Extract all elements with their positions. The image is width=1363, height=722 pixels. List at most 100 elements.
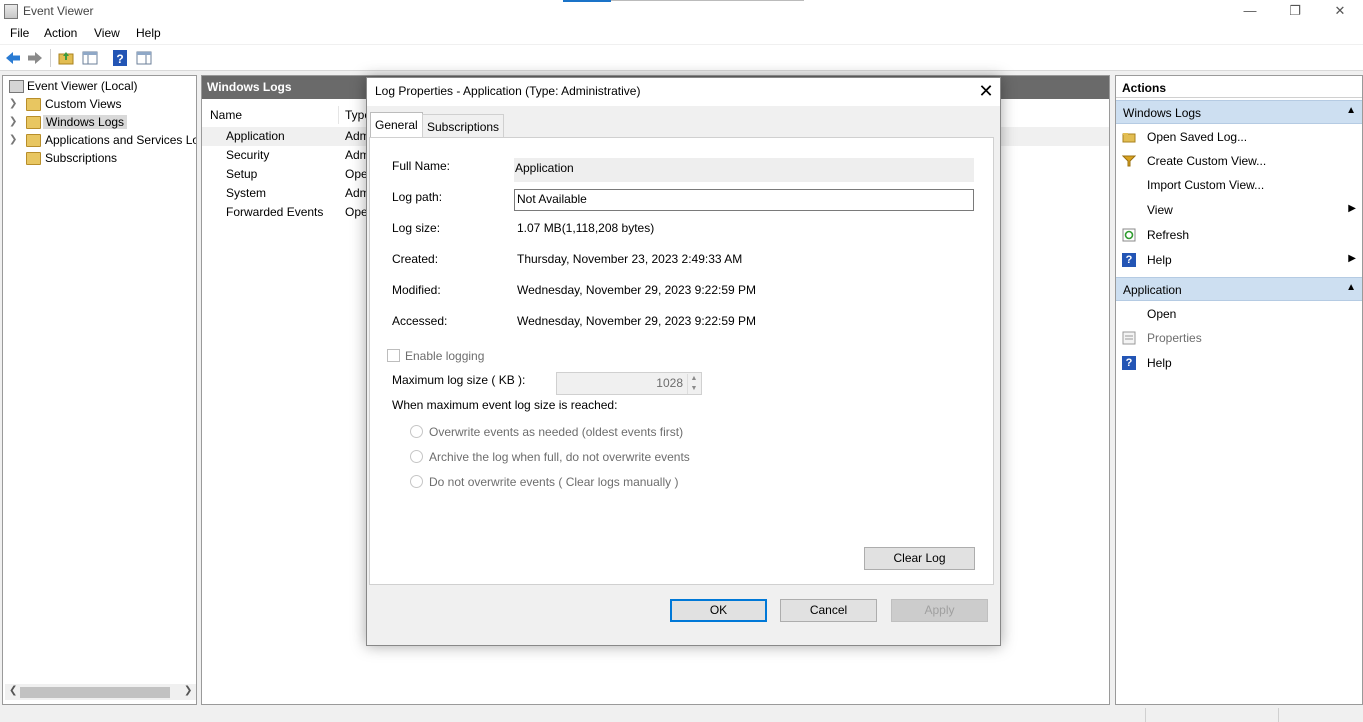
action-properties[interactable]: Properties	[1116, 326, 1362, 350]
enable-logging-checkbox[interactable]	[387, 349, 400, 362]
close-window-button[interactable]: ✕	[1317, 0, 1363, 23]
log-name: Application	[226, 129, 285, 143]
column-header-name[interactable]: Name	[210, 108, 242, 122]
log-name: Setup	[226, 167, 258, 181]
modified-label: Modified:	[392, 283, 441, 297]
log-name: Forwarded Events	[226, 205, 324, 219]
menu-view[interactable]: View	[94, 26, 120, 40]
apply-button[interactable]: Apply	[891, 599, 988, 622]
tree-horizontal-scrollbar[interactable]: ❮ ❯	[5, 684, 196, 700]
show-hide-action-pane-icon[interactable]	[135, 49, 153, 67]
action-label: View	[1147, 203, 1173, 217]
expand-chevron-icon[interactable]: ❯	[9, 98, 17, 109]
collapse-icon[interactable]: ▲	[1346, 105, 1356, 116]
dialog-close-icon[interactable]: ✕	[975, 81, 997, 102]
tree-item-subscriptions[interactable]: Subscriptions	[3, 150, 193, 168]
svg-text:?: ?	[116, 52, 123, 66]
log-path-field[interactable]: Not Available	[514, 189, 974, 211]
action-help-application[interactable]: ? Help	[1116, 351, 1362, 375]
do-not-overwrite-label: Do not overwrite events ( Clear logs man…	[429, 475, 679, 489]
menu-action[interactable]: Action	[44, 26, 77, 40]
collapse-icon[interactable]: ▲	[1346, 282, 1356, 293]
window-title: Event Viewer	[23, 4, 94, 18]
actions-title: Actions	[1116, 76, 1362, 98]
ok-button[interactable]: OK	[670, 599, 767, 622]
tab-general[interactable]: General	[370, 112, 423, 138]
action-open-saved-log[interactable]: Open Saved Log...	[1116, 125, 1362, 149]
help-icon[interactable]: ?	[111, 49, 129, 67]
cancel-button[interactable]: Cancel	[780, 599, 877, 622]
scroll-left-icon[interactable]: ❮	[9, 685, 17, 696]
folder-icon	[26, 134, 41, 147]
action-import-custom-view[interactable]: Import Custom View...	[1116, 173, 1362, 197]
folder-up-icon[interactable]	[57, 49, 75, 67]
actions-section-windows-logs[interactable]: Windows Logs ▲	[1116, 100, 1362, 124]
show-hide-tree-icon[interactable]	[81, 49, 99, 67]
log-name: Security	[226, 148, 270, 162]
event-viewer-app-icon	[4, 4, 18, 19]
toolbar-separator	[50, 49, 51, 67]
created-label: Created:	[392, 252, 439, 266]
accessed-label: Accessed:	[392, 314, 448, 328]
action-refresh[interactable]: Refresh	[1116, 223, 1362, 247]
restore-button[interactable]: ❐	[1272, 0, 1318, 23]
tree-item-label: Custom Views	[45, 97, 122, 111]
scrollbar-thumb[interactable]	[20, 687, 170, 698]
log-properties-dialog: Log Properties - Application (Type: Admi…	[366, 77, 1001, 646]
log-size-value: 1.07 MB(1,118,208 bytes)	[517, 221, 655, 235]
action-label: Help	[1147, 253, 1172, 267]
console-tree: Event Viewer (Local) ❯ Custom Views ❯ Wi…	[2, 75, 197, 705]
spin-down-icon[interactable]: ▼	[687, 384, 700, 394]
back-arrow-icon[interactable]	[4, 49, 22, 67]
clear-log-button[interactable]: Clear Log	[864, 547, 975, 570]
tree-root-label: Event Viewer (Local)	[27, 79, 138, 93]
action-view[interactable]: View ▶	[1116, 198, 1362, 222]
menu-help[interactable]: Help	[136, 26, 161, 40]
enable-logging-label: Enable logging	[405, 349, 485, 363]
created-value: Thursday, November 23, 2023 2:49:33 AM	[517, 252, 743, 266]
max-size-stepper[interactable]: 1028 ▲ ▼	[556, 372, 702, 395]
scroll-right-icon[interactable]: ❯	[184, 685, 192, 696]
action-label: Refresh	[1147, 228, 1190, 242]
tab-subscriptions[interactable]: Subscriptions	[422, 114, 505, 137]
dialog-title-bar: Log Properties - Application (Type: Admi…	[367, 78, 1000, 106]
action-open[interactable]: Open	[1116, 302, 1362, 326]
archive-radio[interactable]	[410, 450, 423, 463]
submenu-arrow-icon: ▶	[1348, 253, 1356, 264]
tree-item-windows-logs[interactable]: ❯ Windows Logs	[3, 114, 193, 132]
menu-file[interactable]: File	[10, 26, 29, 40]
tree-root[interactable]: Event Viewer (Local)	[3, 78, 193, 96]
title-accent-line	[611, 0, 804, 1]
archive-label: Archive the log when full, do not overwr…	[429, 450, 690, 464]
action-help[interactable]: ? Help ▶	[1116, 248, 1362, 272]
overwrite-label: Overwrite events as needed (oldest event…	[429, 425, 684, 439]
dialog-title: Log Properties - Application (Type: Admi…	[375, 84, 641, 98]
status-divider	[1145, 708, 1146, 722]
log-type: Ope	[345, 167, 368, 181]
column-divider[interactable]	[338, 106, 339, 124]
properties-icon	[1122, 331, 1136, 345]
minimize-button[interactable]: —	[1227, 0, 1273, 23]
title-accent	[563, 0, 611, 2]
tree-item-applications-services[interactable]: ❯ Applications and Services Lo	[3, 132, 196, 150]
tree-item-custom-views[interactable]: ❯ Custom Views	[3, 96, 193, 114]
do-not-overwrite-radio[interactable]	[410, 475, 423, 488]
forward-arrow-icon[interactable]	[26, 49, 44, 67]
action-label: Create Custom View...	[1147, 154, 1267, 168]
subscriptions-icon	[26, 152, 41, 165]
section-label: Application	[1123, 283, 1182, 297]
expand-chevron-icon[interactable]: ❯	[9, 134, 17, 145]
modified-value: Wednesday, November 29, 2023 9:22:59 PM	[517, 283, 757, 297]
actions-section-application[interactable]: Application ▲	[1116, 277, 1362, 301]
log-type: Ope	[345, 205, 368, 219]
log-size-label: Log size:	[392, 221, 441, 235]
event-viewer-icon	[9, 80, 24, 93]
expand-chevron-icon[interactable]: ❯	[9, 116, 17, 127]
when-full-label: When maximum event log size is reached:	[392, 398, 618, 412]
overwrite-radio[interactable]	[410, 425, 423, 438]
status-divider	[1278, 708, 1279, 722]
action-create-custom-view[interactable]: Create Custom View...	[1116, 149, 1362, 173]
full-name-value: Application	[515, 161, 574, 175]
action-label: Properties	[1147, 331, 1202, 345]
spin-up-icon[interactable]: ▲	[687, 374, 700, 384]
